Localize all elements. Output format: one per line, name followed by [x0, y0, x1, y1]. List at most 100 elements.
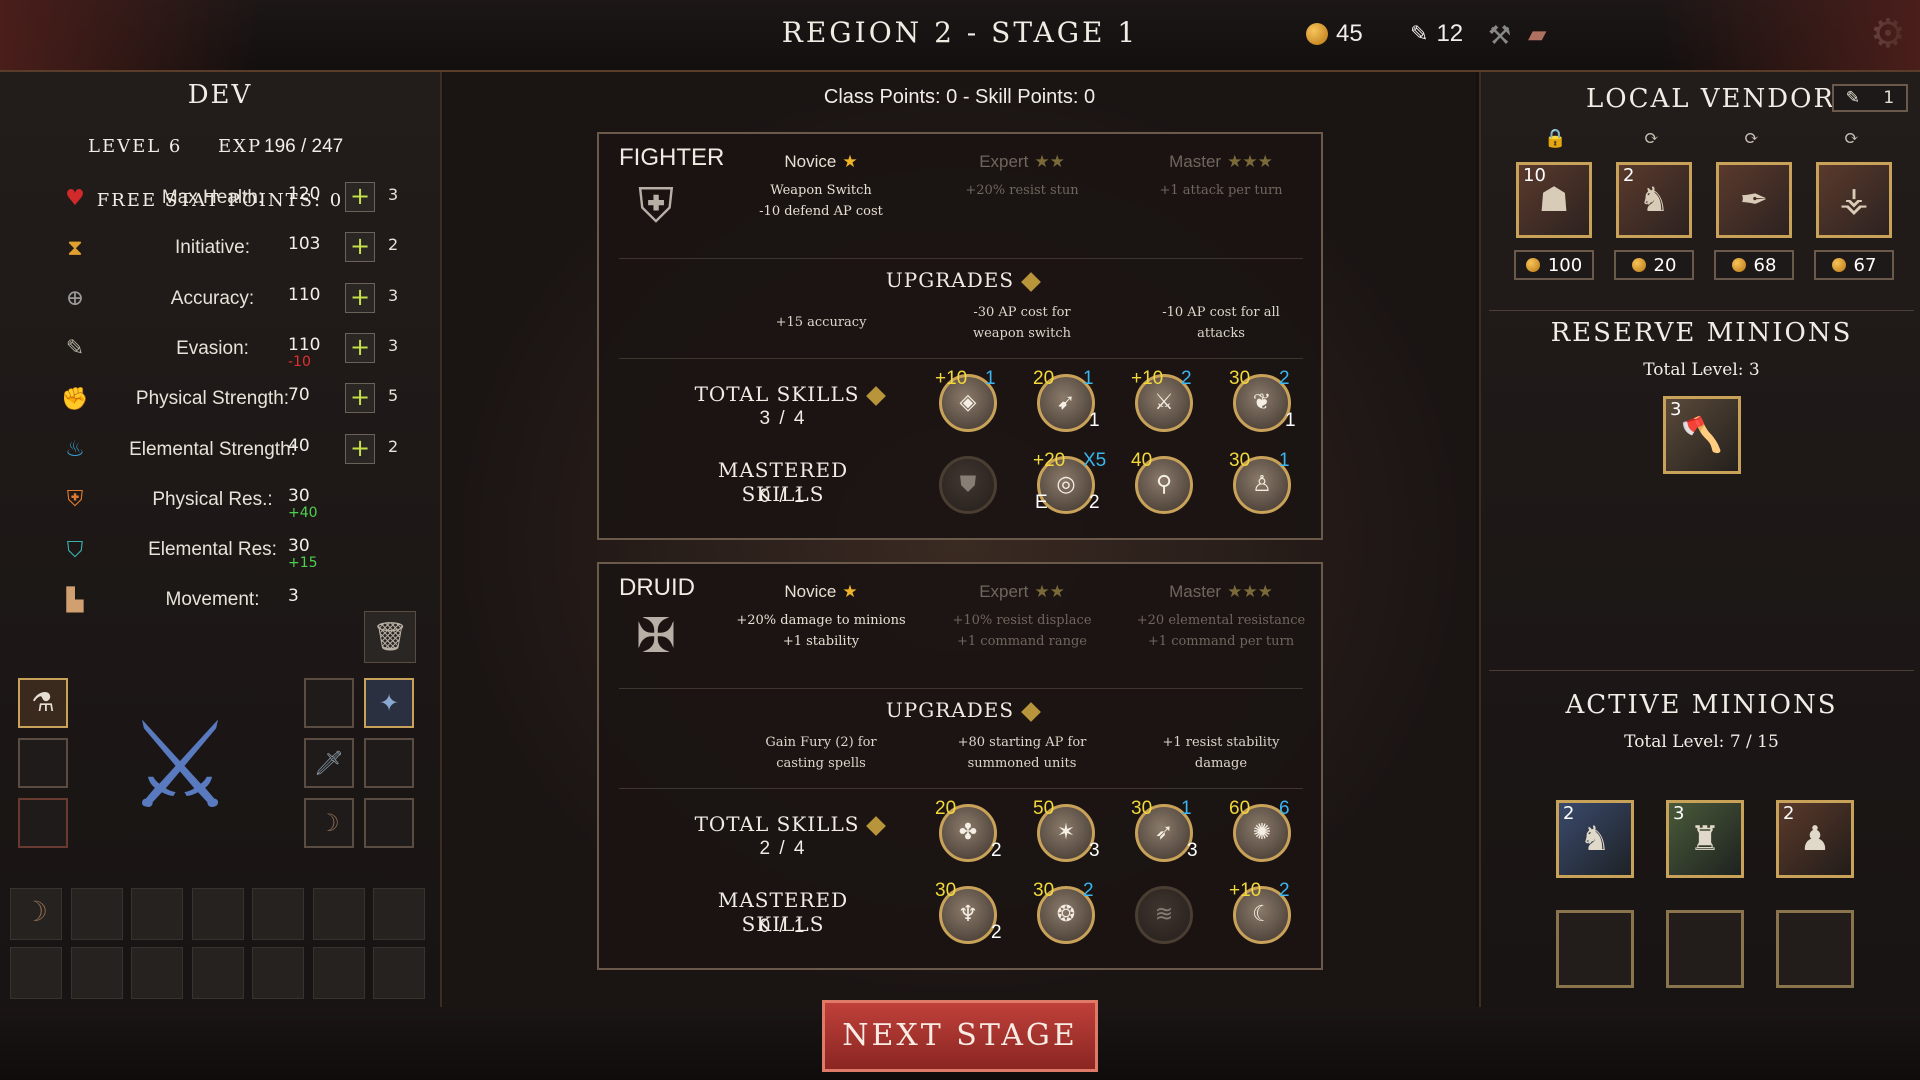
reserve-total: Total Level: 3 — [1643, 360, 1760, 380]
inventory-slot[interactable]: ☽ — [10, 888, 62, 940]
inventory-slot[interactable] — [252, 947, 304, 999]
empty-minion-slot[interactable] — [1556, 910, 1634, 988]
amulet-slot[interactable] — [18, 798, 68, 848]
inventory-slot[interactable] — [373, 888, 425, 940]
upgrade-line: +80 starting AP for — [957, 735, 1087, 750]
tier-expert: Expert ★★ — [922, 152, 1122, 172]
chest-slot[interactable] — [364, 738, 414, 788]
lock-icon[interactable]: 🔒 — [1544, 128, 1566, 149]
slash-icon: ≋ — [1154, 902, 1174, 927]
divider — [1489, 670, 1914, 671]
stat-cost: 2 — [388, 235, 399, 255]
increase-stat-button[interactable]: + — [345, 232, 375, 263]
gear-icon[interactable]: ⚙ — [1870, 14, 1906, 54]
skill-button[interactable]: ≋ — [1135, 886, 1193, 944]
scroll-icon: ✎ — [1410, 21, 1429, 46]
vendor-item[interactable]: 10 ☗ — [1516, 162, 1592, 238]
beast-icon: ✶ — [1056, 820, 1076, 845]
exp-label: EXP — [218, 136, 263, 157]
tools-icon[interactable]: ⚒ — [1488, 20, 1511, 51]
empty-minion-slot[interactable] — [1776, 910, 1854, 988]
skill-cost: 20 — [1033, 368, 1055, 389]
helmet-slot[interactable] — [304, 678, 354, 728]
gold-coin-icon — [1731, 258, 1746, 272]
skill-button[interactable]: ⛊ — [939, 456, 997, 514]
inventory-slot[interactable] — [252, 888, 304, 940]
shoulder-slot[interactable]: ✦ — [364, 678, 414, 728]
tier-novice: Novice ★ — [721, 582, 921, 602]
minion-level: 2 — [1563, 803, 1575, 824]
inventory-slot[interactable] — [70, 947, 123, 999]
shoulder-armor-icon: ✦ — [378, 689, 400, 717]
vendor-item[interactable]: ✒ — [1716, 162, 1792, 238]
increase-stat-button[interactable]: + — [345, 282, 375, 313]
claw-fire-icon: ✺ — [1252, 820, 1272, 845]
warrior-icon: ♟ — [1799, 819, 1831, 859]
reserve-minion[interactable]: 3 🪓 — [1663, 396, 1741, 474]
inventory-slot[interactable] — [131, 888, 183, 940]
refresh-icon[interactable]: ⟳ — [1744, 128, 1759, 149]
fighter-class-box: FIGHTER ⛨ Novice ★ Weapon Switch -10 defend A… — [597, 132, 1323, 540]
active-minion[interactable]: 3 ♜ — [1666, 800, 1744, 878]
inventory-slot[interactable] — [373, 947, 425, 999]
active-minion[interactable]: 2 ♞ — [1556, 800, 1634, 878]
inventory-slot[interactable] — [191, 888, 244, 940]
tier-name: Master — [1169, 152, 1222, 171]
journal-icon[interactable]: ▰ — [1528, 20, 1546, 49]
skill-cost: 30 — [1229, 368, 1251, 389]
vendor-item[interactable]: 2 ♞ — [1616, 162, 1692, 238]
total-skills-text: TOTAL SKILLS — [694, 382, 860, 406]
inventory-slot[interactable] — [312, 947, 365, 999]
exp-value: 196 / 247 — [264, 136, 344, 157]
refresh-icon[interactable]: ⟳ — [1844, 128, 1859, 149]
divider — [1489, 310, 1914, 311]
offhand-slot[interactable]: ☽ — [304, 798, 354, 848]
stat-value: 110 — [288, 334, 321, 355]
active-minion[interactable]: 2 ♟ — [1776, 800, 1854, 878]
potion-slot[interactable]: ⚗ — [18, 678, 68, 728]
inventory-slot[interactable] — [312, 888, 365, 940]
increase-stat-button[interactable]: + — [345, 383, 375, 414]
skill-cost: 60 — [1229, 798, 1251, 819]
divider — [619, 688, 1303, 689]
feather-icon: ✎ — [65, 336, 85, 362]
tier-name: Novice — [784, 152, 837, 171]
skill-cost: 30 — [935, 880, 957, 901]
stat-modifier: -10 — [288, 353, 311, 370]
inventory-slot[interactable] — [191, 947, 244, 999]
inventory-slot[interactable] — [10, 947, 62, 999]
tier-description: +1 attack per turn — [1121, 180, 1321, 201]
boots-slot[interactable] — [364, 798, 414, 848]
diamond-hit-icon: ◈ — [959, 390, 977, 415]
stat-value: 40 — [288, 435, 310, 456]
vendor-item[interactable]: ⚶ — [1816, 162, 1892, 238]
skill-value: 2 — [1279, 368, 1290, 389]
scroll-counter: ✎ 12 — [1410, 20, 1463, 48]
refresh-icon[interactable]: ⟳ — [1644, 128, 1659, 149]
skill-cost: 30 — [1229, 450, 1251, 471]
skill-value: 1 — [985, 368, 996, 389]
tier-desc-line: +20% resist stun — [965, 183, 1079, 198]
increase-stat-button[interactable]: + — [345, 332, 375, 363]
ring-slot[interactable] — [18, 738, 68, 788]
weapon-slot[interactable]: 🗡 — [304, 738, 354, 788]
tier-description: Weapon Switch -10 defend AP cost — [721, 180, 921, 222]
inventory-slot[interactable] — [70, 888, 123, 940]
tier-description: +20% resist stun — [922, 180, 1122, 201]
stat-value: 3 — [288, 586, 299, 607]
skill-value: 1 — [1083, 368, 1094, 389]
increase-stat-button[interactable]: + — [345, 433, 375, 464]
inventory-slot[interactable] — [131, 947, 183, 999]
next-stage-button[interactable]: NEXT STAGE — [822, 1000, 1098, 1072]
total-skills-label: TOTAL SKILLS — [679, 382, 899, 406]
crosshair-icon: ⊕ — [65, 286, 85, 312]
increase-stat-button[interactable]: + — [345, 182, 375, 212]
trash-button[interactable]: 🗑 — [364, 611, 416, 663]
goblin-icon: ♞ — [1638, 180, 1670, 220]
empty-minion-slot[interactable] — [1666, 910, 1744, 988]
tier-desc-line: +20% damage to minions — [736, 613, 906, 628]
tier-desc-line: Weapon Switch — [770, 183, 872, 198]
armor-icon: ⛨ — [66, 487, 84, 513]
stat-row: ⛉ Elemental Res: 30 +15 — [60, 530, 420, 571]
upgrade-line: weapon switch — [972, 326, 1072, 341]
